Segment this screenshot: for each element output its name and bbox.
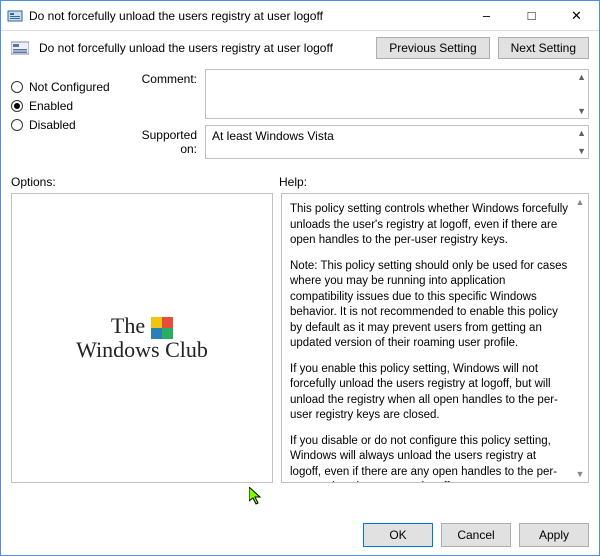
scroll-down-icon[interactable]: ▼ xyxy=(577,106,586,116)
dialog-footer: OK Cancel Apply xyxy=(363,523,589,547)
titlebar[interactable]: Do not forcefully unload the users regis… xyxy=(1,1,599,31)
help-pane: This policy setting controls whether Win… xyxy=(281,193,589,483)
radio-icon xyxy=(11,119,23,131)
radio-enabled[interactable]: Enabled xyxy=(11,99,119,113)
watermark-logo: The Windows Club xyxy=(76,315,208,361)
supported-on-value: At least Windows Vista xyxy=(212,129,334,143)
comment-label: Comment: xyxy=(127,69,205,119)
options-pane: The Windows Club xyxy=(11,193,273,483)
scroll-up-icon[interactable]: ▲ xyxy=(576,196,585,208)
comment-textarea[interactable]: ▲ ▼ xyxy=(205,69,589,119)
radio-disabled[interactable]: Disabled xyxy=(11,118,119,132)
help-paragraph: Note: This policy setting should only be… xyxy=(290,259,570,352)
dialog-window: Do not forcefully unload the users regis… xyxy=(0,0,600,556)
supported-on-textbox: At least Windows Vista ▲ ▼ xyxy=(205,125,589,159)
help-paragraph: If you disable or do not configure this … xyxy=(290,434,570,483)
help-paragraph: This policy setting controls whether Win… xyxy=(290,202,570,249)
header-row: Do not forcefully unload the users regis… xyxy=(1,31,599,69)
close-button[interactable]: ✕ xyxy=(554,1,599,30)
minimize-button[interactable]: – xyxy=(464,1,509,30)
ok-button[interactable]: OK xyxy=(363,523,433,547)
radio-icon xyxy=(11,100,23,112)
next-setting-button[interactable]: Next Setting xyxy=(498,37,589,59)
radio-icon xyxy=(11,81,23,93)
help-scrollbar[interactable]: ▲ ▼ xyxy=(572,194,588,482)
radio-label: Enabled xyxy=(29,99,73,113)
watermark-line1: The xyxy=(111,315,145,337)
scroll-down-icon[interactable]: ▼ xyxy=(576,468,585,480)
previous-setting-button[interactable]: Previous Setting xyxy=(376,37,489,59)
scroll-up-icon[interactable]: ▲ xyxy=(577,72,586,82)
logo-squares-icon xyxy=(151,317,173,339)
options-label: Options: xyxy=(11,175,279,189)
supported-on-label: Supported on: xyxy=(127,125,205,159)
state-radio-group: Not Configured Enabled Disabled xyxy=(11,69,119,165)
help-paragraph: If you enable this policy setting, Windo… xyxy=(290,362,570,424)
cancel-button[interactable]: Cancel xyxy=(441,523,511,547)
apply-button[interactable]: Apply xyxy=(519,523,589,547)
cursor-icon xyxy=(249,487,265,507)
radio-not-configured[interactable]: Not Configured xyxy=(11,80,119,94)
policy-icon xyxy=(11,40,29,56)
policy-icon xyxy=(7,8,23,24)
scroll-down-icon[interactable]: ▼ xyxy=(577,146,586,156)
scroll-up-icon[interactable]: ▲ xyxy=(577,128,586,138)
radio-label: Disabled xyxy=(29,118,76,132)
radio-label: Not Configured xyxy=(29,80,110,94)
help-label: Help: xyxy=(279,175,589,189)
maximize-button[interactable]: □ xyxy=(509,1,554,30)
watermark-line2: Windows Club xyxy=(76,339,208,361)
window-title: Do not forcefully unload the users regis… xyxy=(29,9,464,23)
policy-name: Do not forcefully unload the users regis… xyxy=(39,41,366,55)
